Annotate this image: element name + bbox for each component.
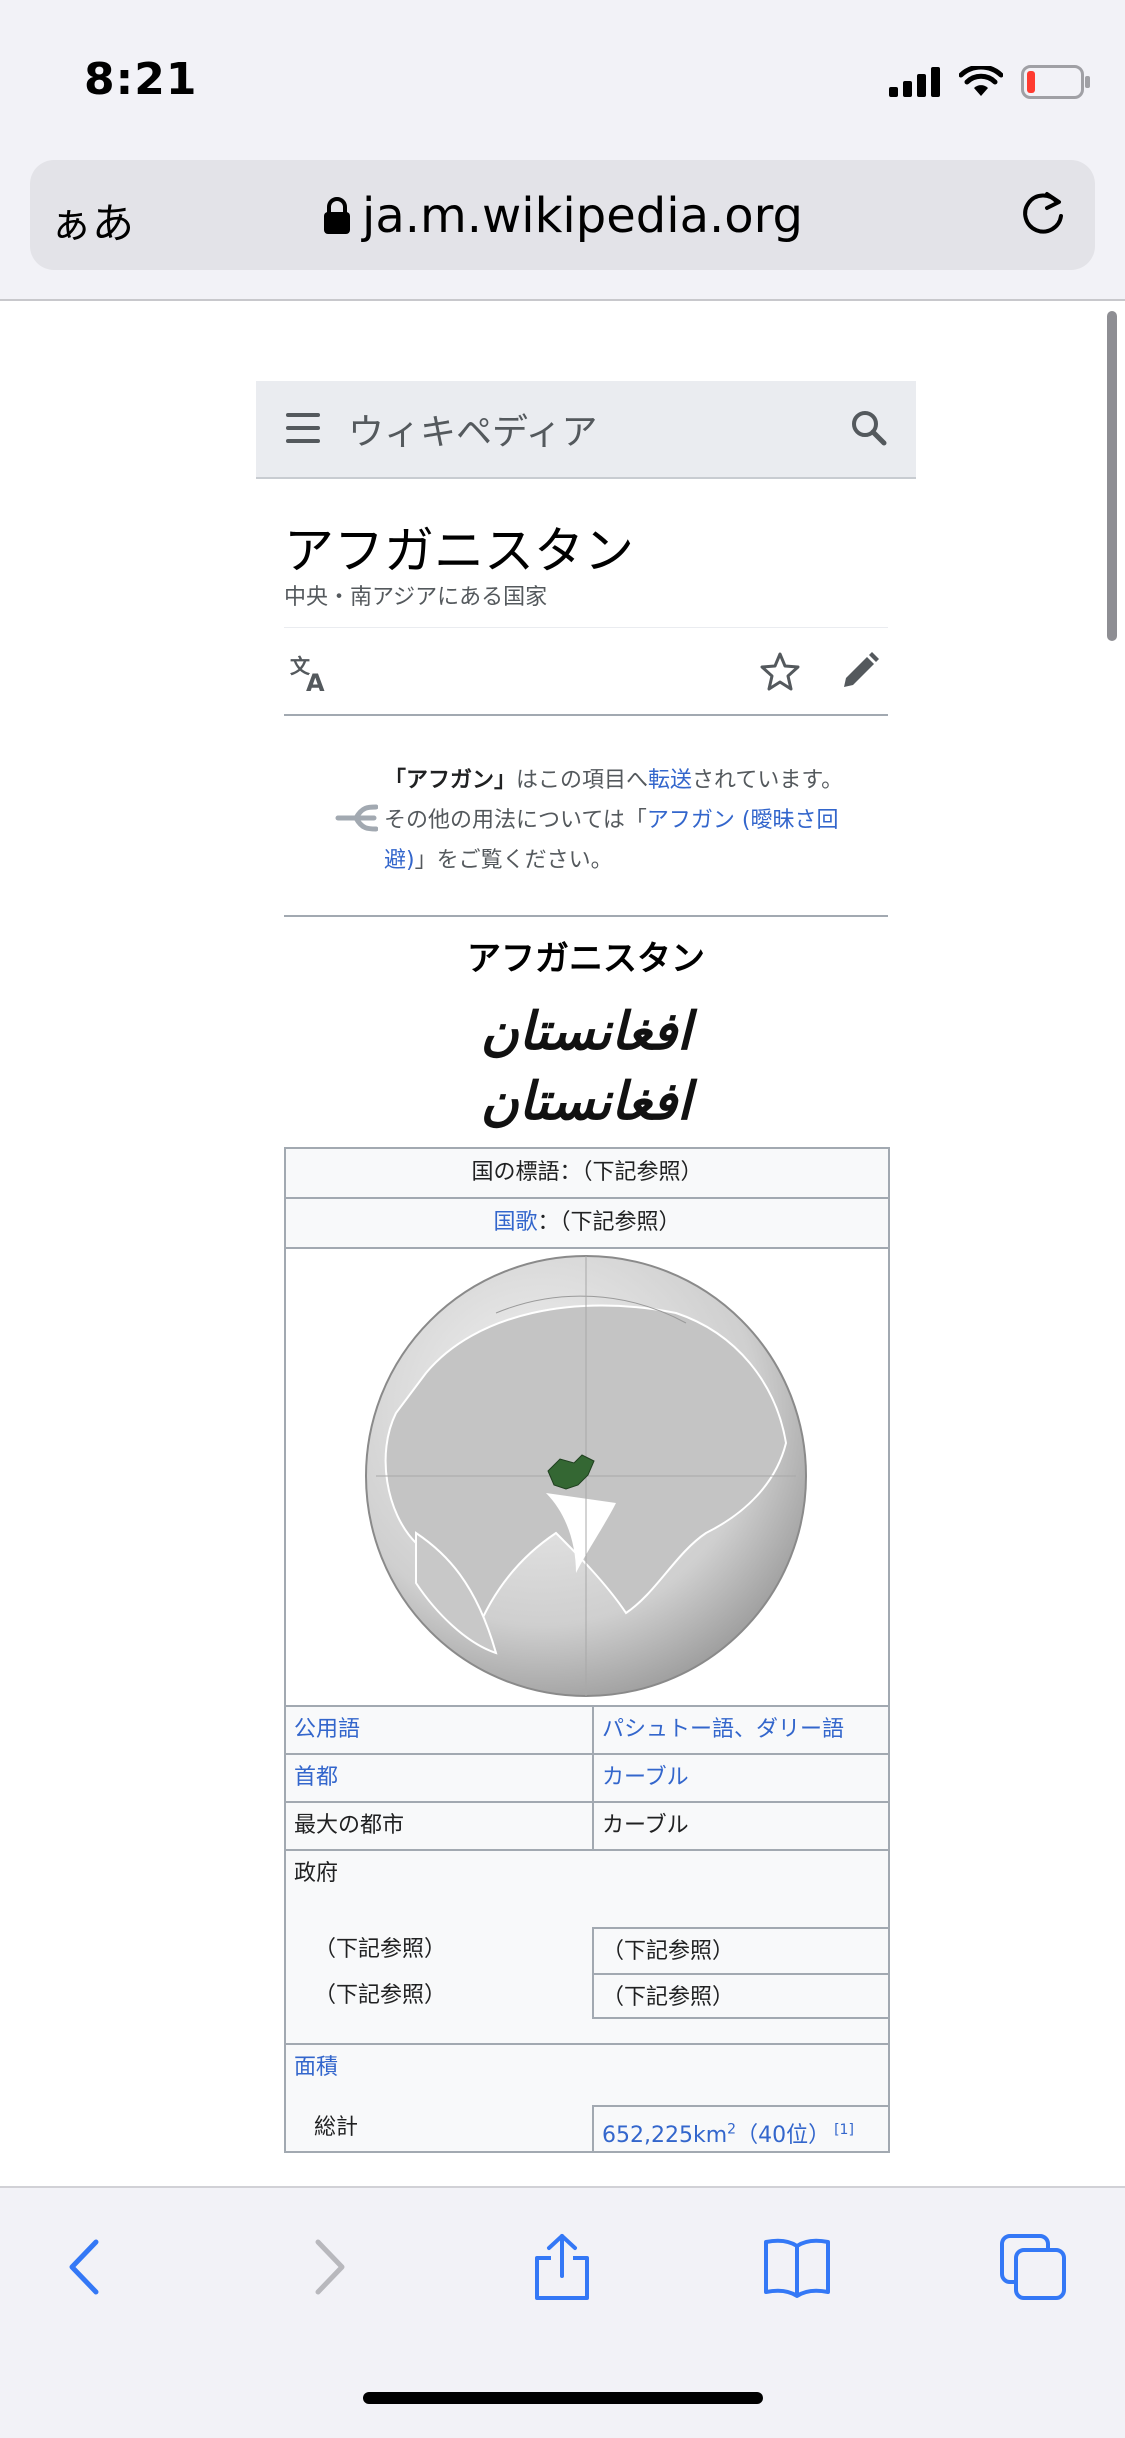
url-domain[interactable]: ja.m.wikipedia.org xyxy=(30,188,1095,244)
edit-pencil-icon[interactable] xyxy=(840,651,880,691)
infobox-anthem: 国歌：（下記参照） xyxy=(286,1199,888,1249)
area-total-row: 総計 652,225km2（40位） [1] xyxy=(286,2105,888,2151)
hatnote-text: 」をご覧ください。 xyxy=(414,848,613,873)
site-title[interactable]: ウィキペディア xyxy=(348,403,597,455)
battery-icon xyxy=(1021,65,1090,99)
scrollbar[interactable] xyxy=(1107,311,1117,641)
area-section: 面積 xyxy=(286,2043,888,2105)
government-label: 政府 xyxy=(294,1861,339,1886)
infobox-native-name: افغانستان xyxy=(480,1001,692,1062)
infobox-row-capital: 首都 カーブル xyxy=(286,1755,888,1803)
largest-city-label: 最大の都市 xyxy=(286,1803,594,1849)
hatnote: 「アフガン」はこの項目へ転送されています。その他の用法については「アフガン (曖… xyxy=(384,761,844,881)
official-language-value-link[interactable]: パシュトー語、ダリー語 xyxy=(602,1717,844,1742)
area-link[interactable]: 面積 xyxy=(294,2055,338,2080)
infobox-motto: 国の標語：（下記参照） xyxy=(286,1149,888,1199)
capital-label-link[interactable]: 首都 xyxy=(294,1765,338,1790)
hatnote-text: はこの項目へ xyxy=(516,768,649,793)
official-language-label-link[interactable]: 公用語 xyxy=(294,1717,360,1742)
bookmarks-icon[interactable] xyxy=(762,2232,832,2302)
disambiguation-icon xyxy=(335,804,378,832)
infobox-row-official-language: 公用語 パシュトー語、ダリー語 xyxy=(286,1707,888,1755)
status-bar: 8:21 xyxy=(0,0,1125,150)
tabs-icon[interactable] xyxy=(998,2232,1068,2302)
area-total-value: 652,225km2（40位） [1] xyxy=(594,2105,888,2151)
wiki-header: ウィキペディア xyxy=(256,381,916,479)
status-time: 8:21 xyxy=(84,54,198,105)
infobox-native-name: افغانستان xyxy=(480,1071,692,1132)
status-icons xyxy=(889,62,1091,102)
language-icon[interactable]: 文 A xyxy=(290,653,330,693)
wifi-icon xyxy=(959,66,1003,96)
government-row-value: （下記参照） xyxy=(594,1973,888,2019)
area-value-link[interactable]: 652,225km2（40位） xyxy=(602,2122,830,2148)
infobox-row-largest-city: 最大の都市 カーブル xyxy=(286,1803,888,1851)
infobox: 国の標語：（下記参照） 国歌：（下記参照） 公用語 パシュトー語、ダリー語 首都… xyxy=(284,1147,890,2153)
government-row-value: （下記参照） xyxy=(594,1927,888,1973)
search-icon[interactable] xyxy=(850,409,888,447)
capital-value-link[interactable]: カーブル xyxy=(602,1765,689,1790)
government-row: （下記参照） （下記参照） xyxy=(286,1927,888,1973)
domain-text: ja.m.wikipedia.org xyxy=(362,188,803,244)
cellular-signal-icon xyxy=(889,67,940,97)
lock-icon xyxy=(324,197,351,234)
infobox-title: アフガニスタン xyxy=(467,939,705,979)
reference-link[interactable]: [1] xyxy=(834,2122,854,2138)
anthem-text: ：（下記参照） xyxy=(537,1210,681,1235)
watch-star-icon[interactable] xyxy=(760,651,800,691)
divider xyxy=(284,627,888,628)
divider xyxy=(284,915,888,917)
divider xyxy=(284,714,888,716)
anthem-link[interactable]: 国歌 xyxy=(493,1210,537,1235)
page-description: 中央・南アジアにある国家 xyxy=(284,585,548,610)
area-total-label: 総計 xyxy=(286,2105,594,2151)
government-row-key: （下記参照） xyxy=(286,1927,594,1973)
orthographic-map[interactable] xyxy=(286,1249,888,1707)
web-content[interactable]: ウィキペディア アフガニスタン 中央・南アジアにある国家 文 A 「アフガン」は… xyxy=(0,301,1125,2186)
reload-icon[interactable] xyxy=(1017,188,1069,240)
government-row-key: （下記参照） xyxy=(286,1973,594,2019)
share-icon[interactable] xyxy=(527,2232,597,2302)
home-indicator[interactable] xyxy=(363,2392,763,2404)
hatnote-redirect-link[interactable]: 転送 xyxy=(648,768,692,793)
page-title: アフガニスタン xyxy=(284,522,634,580)
largest-city-value: カーブル xyxy=(602,1813,689,1838)
menu-icon[interactable] xyxy=(286,413,320,443)
globe-map-image xyxy=(365,1255,807,1697)
forward-icon[interactable] xyxy=(292,2232,362,2302)
hatnote-redirect-term: 「アフガン」 xyxy=(384,768,517,793)
back-icon[interactable] xyxy=(52,2232,122,2302)
svg-text:A: A xyxy=(306,669,325,693)
government-row: （下記参照） （下記参照） xyxy=(286,1973,888,2019)
address-bar[interactable]: ぁあ ja.m.wikipedia.org xyxy=(30,160,1095,270)
